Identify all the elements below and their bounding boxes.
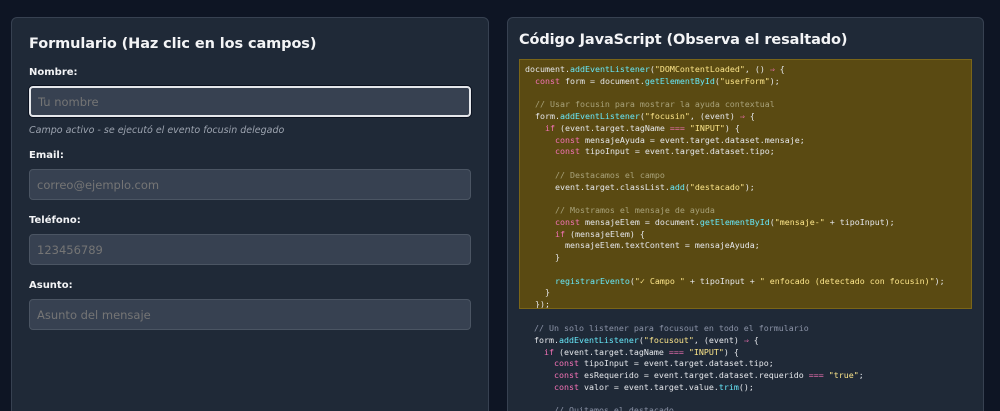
code-line: // Un solo listener para focusout en tod…	[534, 323, 809, 333]
telefono-input[interactable]	[29, 234, 471, 265]
highlighted-code-line	[525, 88, 967, 100]
highlighted-code-line: const mensajeAyuda = event.target.datase…	[554, 134, 805, 145]
highlighted-code-line: form.addEventListener("focusin", (event)…	[525, 111, 755, 121]
highlighted-code-line: if (event.target.tagName === "INPUT") {	[544, 122, 740, 133]
nombre-input[interactable]	[29, 86, 471, 117]
code-block: // Un solo listener para focusout en tod…	[519, 309, 972, 411]
email-input[interactable]	[29, 169, 471, 200]
highlighted-code-line: }	[525, 287, 550, 298]
telefono-label: Teléfono:	[29, 215, 81, 226]
highlighted-code-line	[525, 193, 967, 205]
highlighted-code-line: const tipoInput = event.target.dataset.t…	[554, 146, 775, 157]
field-asunto: Asunto:	[29, 280, 471, 330]
page: Formulario (Haz clic en los campos) Nomb…	[0, 0, 1000, 411]
highlighted-code-line	[525, 158, 967, 170]
nombre-hint: Campo activo - se ejecutó el evento focu…	[29, 125, 285, 136]
highlighted-code-block: document.addEventListener("DOMContentLoa…	[519, 59, 972, 309]
form-panel: Formulario (Haz clic en los campos) Nomb…	[11, 17, 489, 411]
asunto-input[interactable]	[29, 299, 471, 330]
nombre-label: Nombre:	[29, 67, 78, 78]
asunto-label: Asunto:	[29, 280, 73, 291]
code-line: const esRequerido = event.target.dataset…	[553, 370, 864, 380]
highlighted-code-line: // Usar focusin para mostrar la ayuda co…	[535, 99, 775, 110]
field-email: Email:	[29, 150, 471, 200]
code-line: form.addEventListener("focusout", (event…	[524, 334, 759, 345]
code-panel: Código JavaScript (Observa el resaltado)…	[507, 17, 984, 411]
field-nombre: Nombre: Campo activo - se ejecutó el eve…	[29, 67, 471, 136]
field-telefono: Teléfono:	[29, 215, 471, 265]
code-line: const tipoInput = event.target.dataset.t…	[553, 358, 774, 369]
form-panel-title: Formulario (Haz clic en los campos)	[29, 36, 317, 52]
highlighted-code-line	[525, 264, 967, 276]
code-line: const valor = event.target.value.trim();	[553, 381, 754, 392]
highlighted-code-line: }	[525, 252, 560, 262]
highlighted-code-line: // Destacamos el campo	[554, 169, 665, 180]
highlighted-code-line: if (mensajeElem) {	[554, 228, 645, 239]
highlighted-code-line: document.addEventListener("DOMContentLoa…	[525, 64, 785, 74]
highlighted-code-line: mensajeElem.textContent = mensajeAyuda;	[525, 240, 760, 251]
code-line: if (event.target.tagName === "INPUT") {	[543, 346, 739, 357]
highlighted-code-line: const form = document.getElementById("us…	[535, 75, 780, 86]
code-line: // Quitamos el destacado	[553, 405, 674, 411]
highlighted-code-line: });	[525, 299, 550, 309]
email-label: Email:	[29, 150, 64, 161]
highlighted-code-line: // Mostramos el mensaje de ayuda	[554, 205, 715, 215]
highlighted-code-line: const mensajeElem = document.getElementB…	[554, 216, 895, 227]
highlighted-code-line: event.target.classList.add("destacado");	[525, 181, 755, 192]
code-panel-title: Código JavaScript (Observa el resaltado)	[519, 32, 848, 48]
highlighted-code-line: registrarEvento("✓ Campo " + tipoInput +…	[554, 275, 945, 286]
